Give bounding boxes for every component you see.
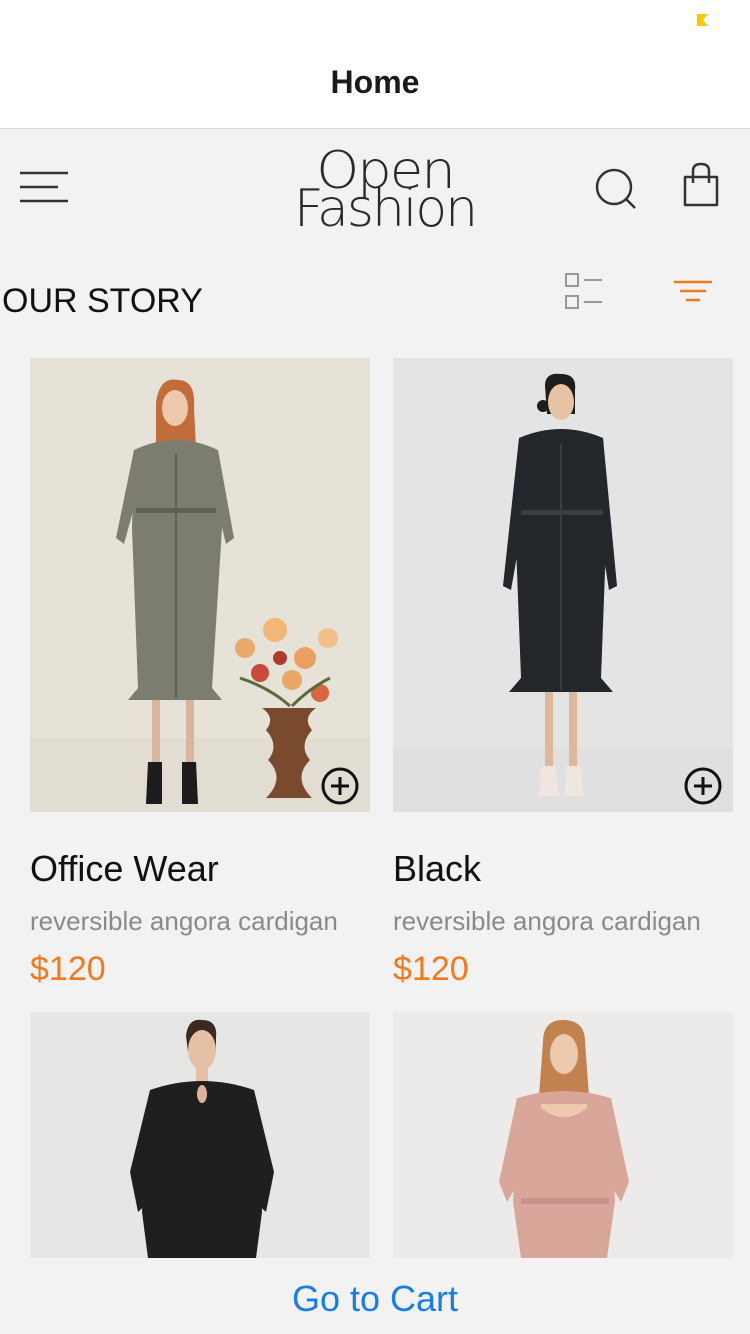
page-title: Home <box>330 64 420 100</box>
product-description: reversible angora cardigan <box>393 906 701 936</box>
go-to-cart-button[interactable]: Go to Cart <box>0 1278 750 1320</box>
app-header: Open Fashion <box>0 129 750 249</box>
status-bar <box>0 0 750 40</box>
product-image[interactable] <box>393 1012 733 1258</box>
product-description: reversible angora cardigan <box>30 906 338 936</box>
product-name[interactable]: Black <box>393 848 481 890</box>
product-image[interactable] <box>30 358 370 812</box>
product-price: $120 <box>30 950 106 988</box>
brand-logo[interactable]: Open Fashion <box>270 143 500 243</box>
product-photo-black-keyhole-dress <box>30 1012 370 1258</box>
filter-icon[interactable] <box>668 272 718 312</box>
product-image[interactable] <box>393 358 733 812</box>
navigation-bar: Home <box>0 40 750 129</box>
list-view-icon[interactable] <box>560 270 610 316</box>
search-icon[interactable] <box>590 163 640 213</box>
product-photo-office-wear <box>30 358 370 812</box>
status-indicator-icon <box>697 14 708 26</box>
product-photo-black <box>393 358 733 812</box>
shopping-bag-icon[interactable] <box>678 161 724 211</box>
bottom-bar: Go to Cart <box>0 1258 750 1334</box>
product-image[interactable] <box>30 1012 370 1258</box>
logo-line-2: Fashion <box>293 179 478 239</box>
section-title: OUR STORY <box>2 282 203 320</box>
section-header: OUR STORY <box>0 260 750 340</box>
menu-icon[interactable] <box>18 167 70 207</box>
product-photo-pink-dress <box>393 1012 733 1258</box>
plus-circle-icon[interactable] <box>683 766 723 806</box>
product-price: $120 <box>393 950 469 988</box>
product-name[interactable]: Office Wear <box>30 848 219 890</box>
plus-circle-icon[interactable] <box>320 766 360 806</box>
